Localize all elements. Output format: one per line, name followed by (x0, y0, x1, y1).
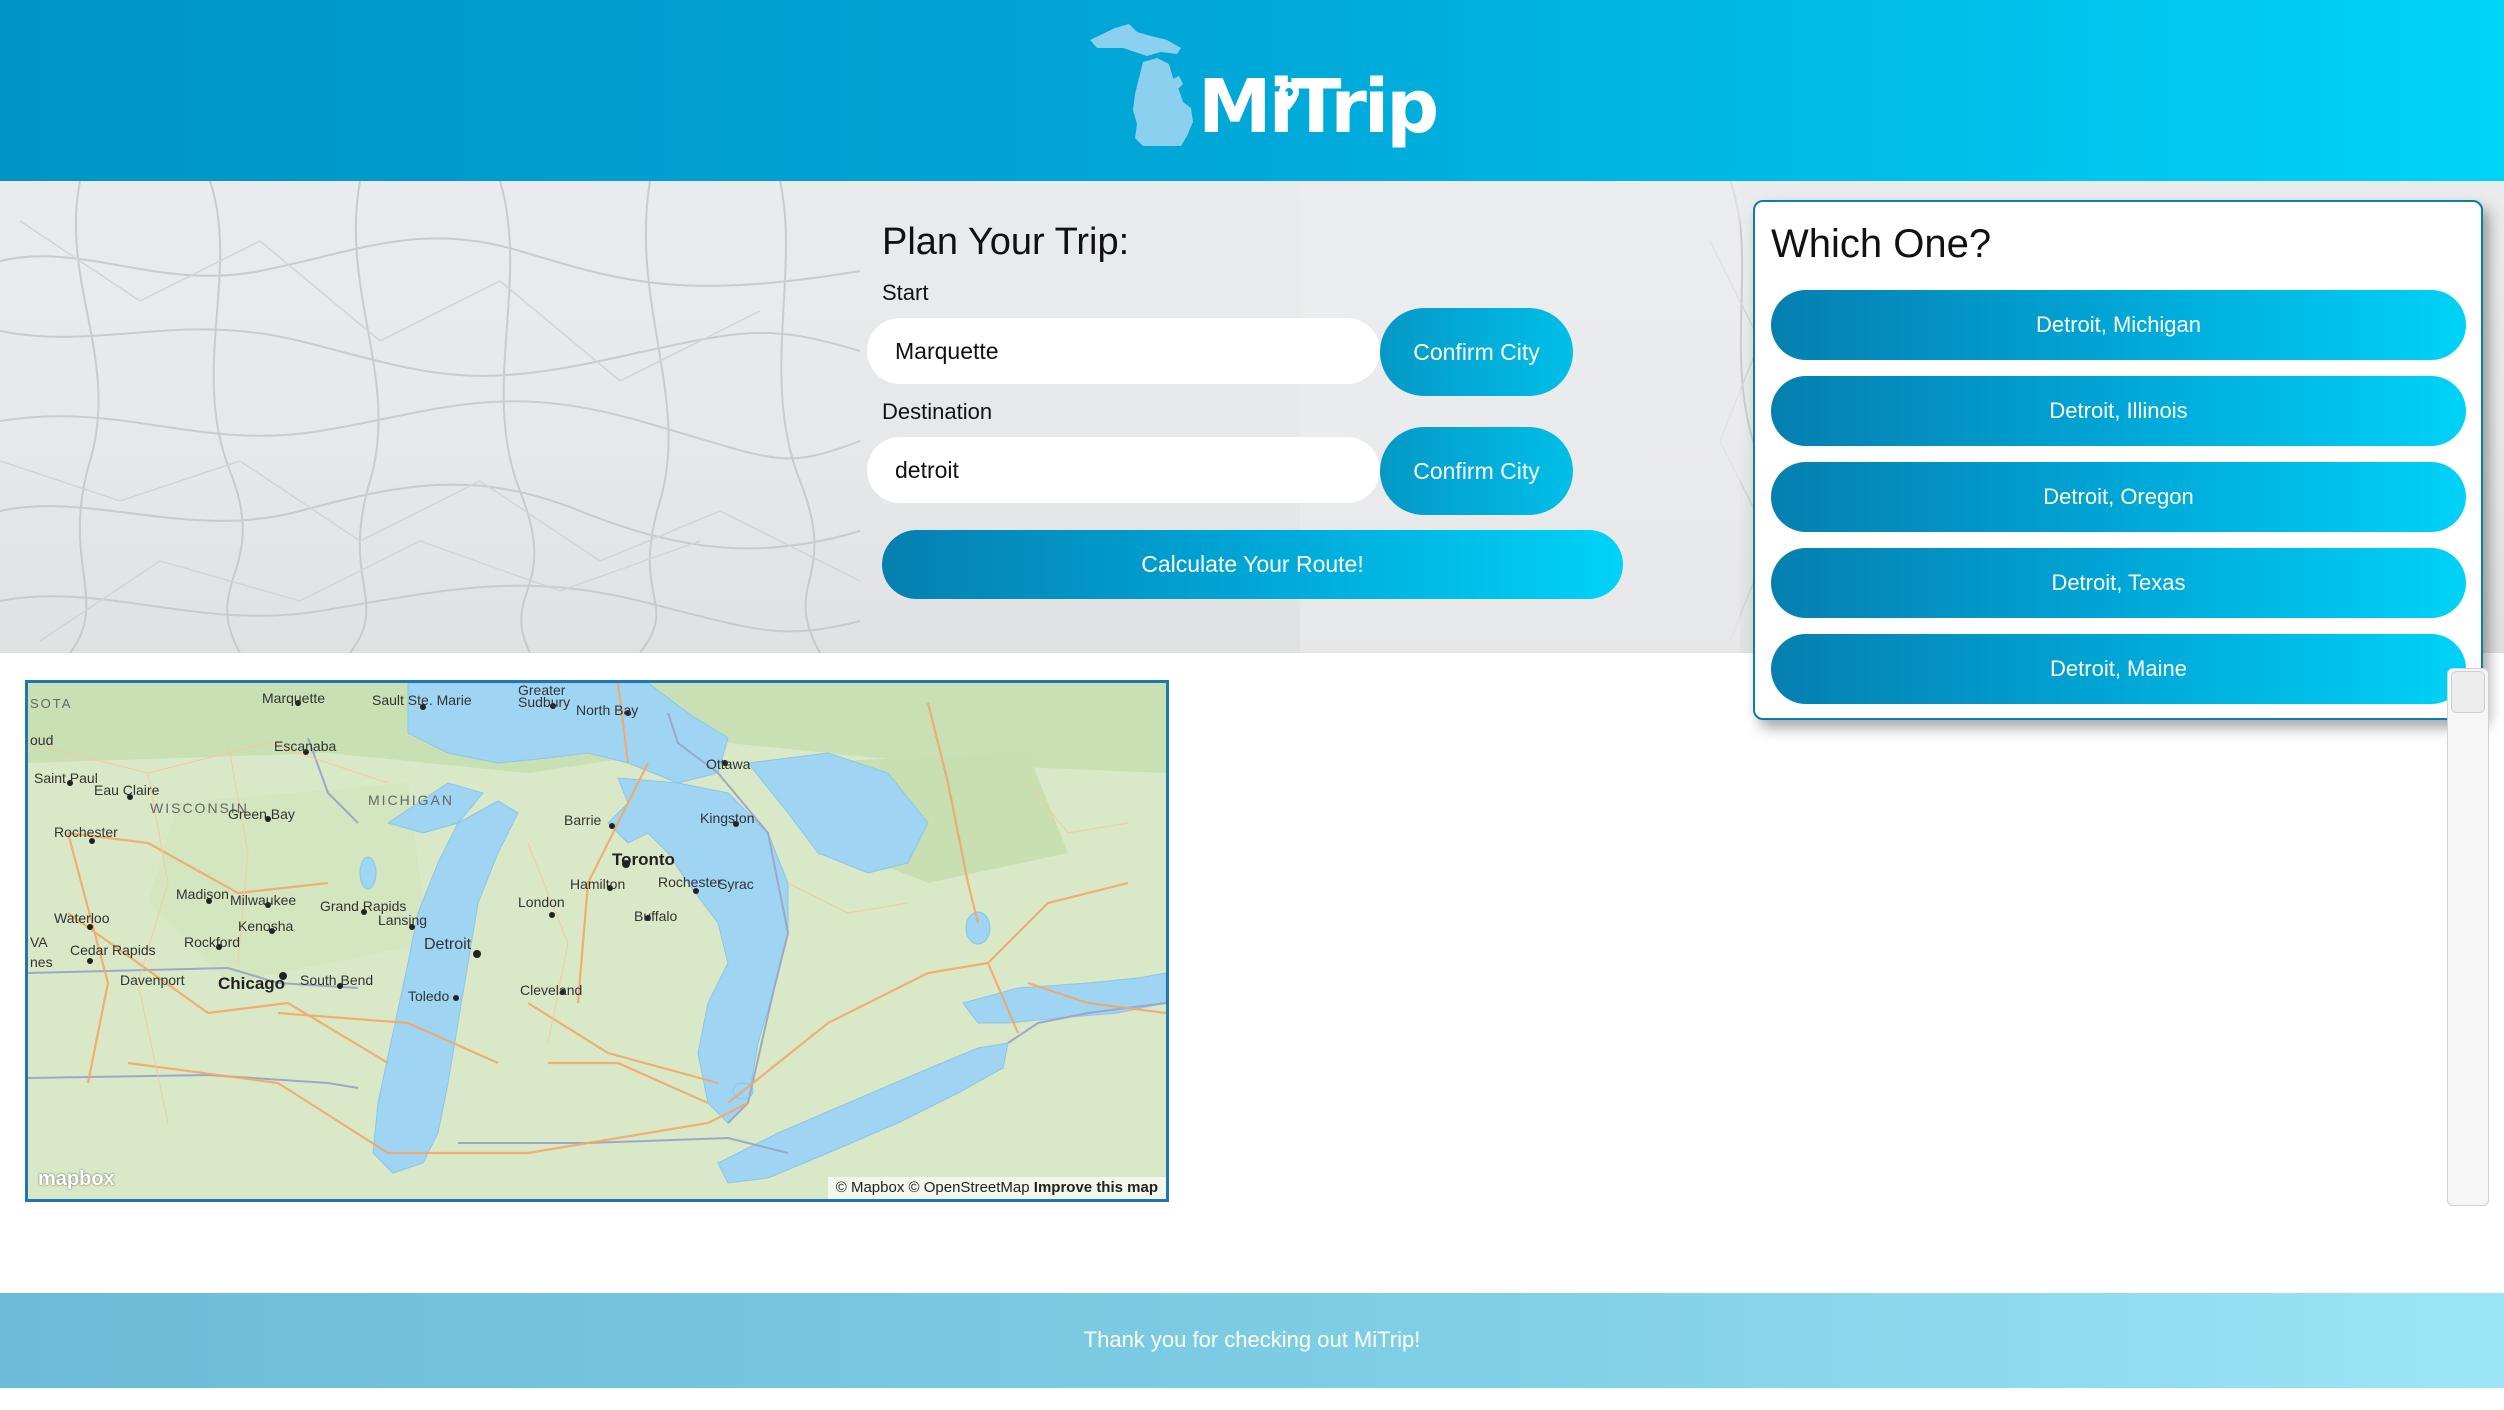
popup-title: Which One? (1771, 222, 1992, 266)
city-option-detroit-illinois[interactable]: Detroit, Illinois (1771, 376, 2466, 446)
city-choice-popup: Which One? Detroit, Michigan Detroit, Il… (1753, 200, 2483, 720)
map-label-south-bend: South Bend (300, 972, 374, 988)
map-label-rockford: Rockford (184, 934, 241, 950)
map-label-madison: Madison (176, 886, 229, 902)
map-label-davenport: Davenport (120, 972, 185, 988)
confirm-start-city-button[interactable]: Confirm City (1380, 308, 1573, 396)
map-label-kingston: Kingston (700, 810, 755, 826)
city-option-detroit-maine[interactable]: Detroit, Maine (1771, 634, 2466, 704)
footer-thanks-text: Thank you for checking out MiTrip! (1083, 1327, 1421, 1352)
map-label-lansing: Lansing (378, 912, 428, 928)
attribution-text[interactable]: © Mapbox © OpenStreetMap (836, 1179, 1030, 1196)
map-label-toledo: Toledo (408, 988, 450, 1004)
map-label-ottawa: Ottawa (706, 756, 751, 772)
michigan-map-icon (1090, 24, 1193, 146)
map-label-green-bay: Green Bay (228, 806, 295, 822)
map-label-milwaukee: Milwaukee (230, 892, 297, 908)
brand-name: MiTrip (1198, 64, 1439, 150)
map-label-michigan: MICHIGAN (368, 792, 454, 808)
route-map[interactable]: Marquette Sault Ste. Marie Greater Sudbu… (25, 680, 1169, 1202)
city-option-detroit-texas[interactable]: Detroit, Texas (1771, 548, 2466, 618)
destination-label: Destination (882, 399, 993, 424)
map-label-sudbury: Sudbury (518, 694, 571, 710)
popup-scrollbar[interactable] (2447, 668, 2489, 1206)
map-label-nes: nes (30, 954, 53, 970)
map-label-waterloo: Waterloo (54, 910, 110, 926)
map-label-rochester-ny: Rochester (658, 874, 722, 890)
map-label-va: VA (30, 934, 48, 950)
map-label-eau-claire: Eau Claire (94, 782, 160, 798)
calculate-route-button[interactable]: Calculate Your Route! (882, 530, 1623, 599)
map-label-saint-paul: Saint Paul (34, 770, 98, 786)
start-city-input[interactable] (867, 318, 1380, 384)
map-label-london: London (518, 894, 565, 910)
map-label-marquette: Marquette (262, 690, 326, 706)
map-label-cleveland: Cleveland (520, 982, 583, 998)
improve-map-link[interactable]: Improve this map (1034, 1179, 1158, 1196)
map-label-sota: SOTA (30, 696, 73, 711)
map-label-cedar-rapids: Cedar Rapids (70, 942, 156, 958)
destination-city-input[interactable] (867, 437, 1380, 503)
city-option-detroit-oregon[interactable]: Detroit, Oregon (1771, 462, 2466, 532)
map-label-grand-rapids: Grand Rapids (320, 898, 407, 914)
confirm-destination-city-button[interactable]: Confirm City (1380, 427, 1573, 515)
map-label-buffalo: Buffalo (634, 908, 678, 924)
map-label-north-bay: North Bay (576, 702, 639, 718)
city-option-detroit-michigan[interactable]: Detroit, Michigan (1771, 290, 2466, 360)
plan-trip-heading: Plan Your Trip: (882, 221, 1130, 263)
map-label-hamilton: Hamilton (570, 876, 626, 892)
site-footer: Thank you for checking out MiTrip! (0, 1293, 2504, 1388)
map-label-rochester-mn: Rochester (54, 824, 118, 840)
scrollbar-thumb[interactable] (2451, 671, 2485, 713)
map-label-escanaba: Escanaba (274, 738, 337, 754)
map-label-syracuse: Syrac (718, 876, 754, 892)
map-label-sault-ste-marie: Sault Ste. Marie (372, 692, 472, 708)
map-label-toronto: Toronto (612, 850, 675, 869)
site-header: MiTrip (0, 0, 2504, 181)
map-label-chicago: Chicago (218, 974, 286, 993)
start-label: Start (882, 280, 929, 305)
map-label-detroit: Detroit (424, 936, 472, 953)
map-label-oud: oud (30, 732, 54, 748)
map-attribution: © Mapbox © OpenStreetMap Improve this ma… (827, 1177, 1166, 1199)
map-label-kenosha: Kenosha (238, 918, 294, 934)
mitrip-logo[interactable]: MiTrip (1085, 18, 1439, 164)
map-label-barrie: Barrie (564, 812, 602, 828)
mapbox-logo[interactable]: mapbox (38, 1169, 115, 1189)
